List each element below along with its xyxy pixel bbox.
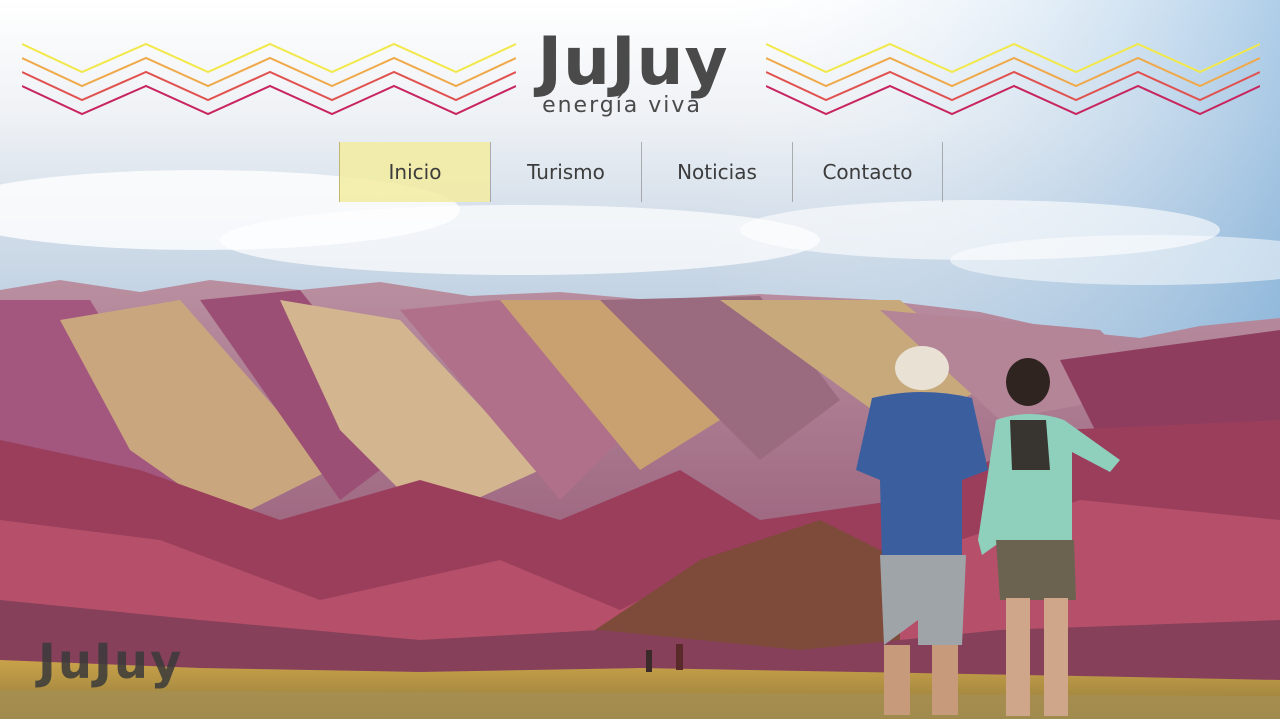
zigzag-decoration-left (22, 42, 516, 116)
site-header: JuJuy energía viva (0, 0, 1280, 132)
zigzag-decoration-right (766, 42, 1260, 116)
brand-name: JuJuy (537, 23, 729, 100)
main-navigation: Inicio Turismo Noticias Contacto (339, 142, 943, 202)
nav-item-contacto[interactable]: Contacto (792, 142, 943, 202)
nav-item-inicio[interactable]: Inicio (339, 142, 490, 202)
brand-logo[interactable]: JuJuy energía viva (512, 26, 754, 136)
footer-logo[interactable]: JuJuy (38, 632, 183, 692)
nav-item-noticias[interactable]: Noticias (641, 142, 792, 202)
nav-item-turismo[interactable]: Turismo (490, 142, 641, 202)
